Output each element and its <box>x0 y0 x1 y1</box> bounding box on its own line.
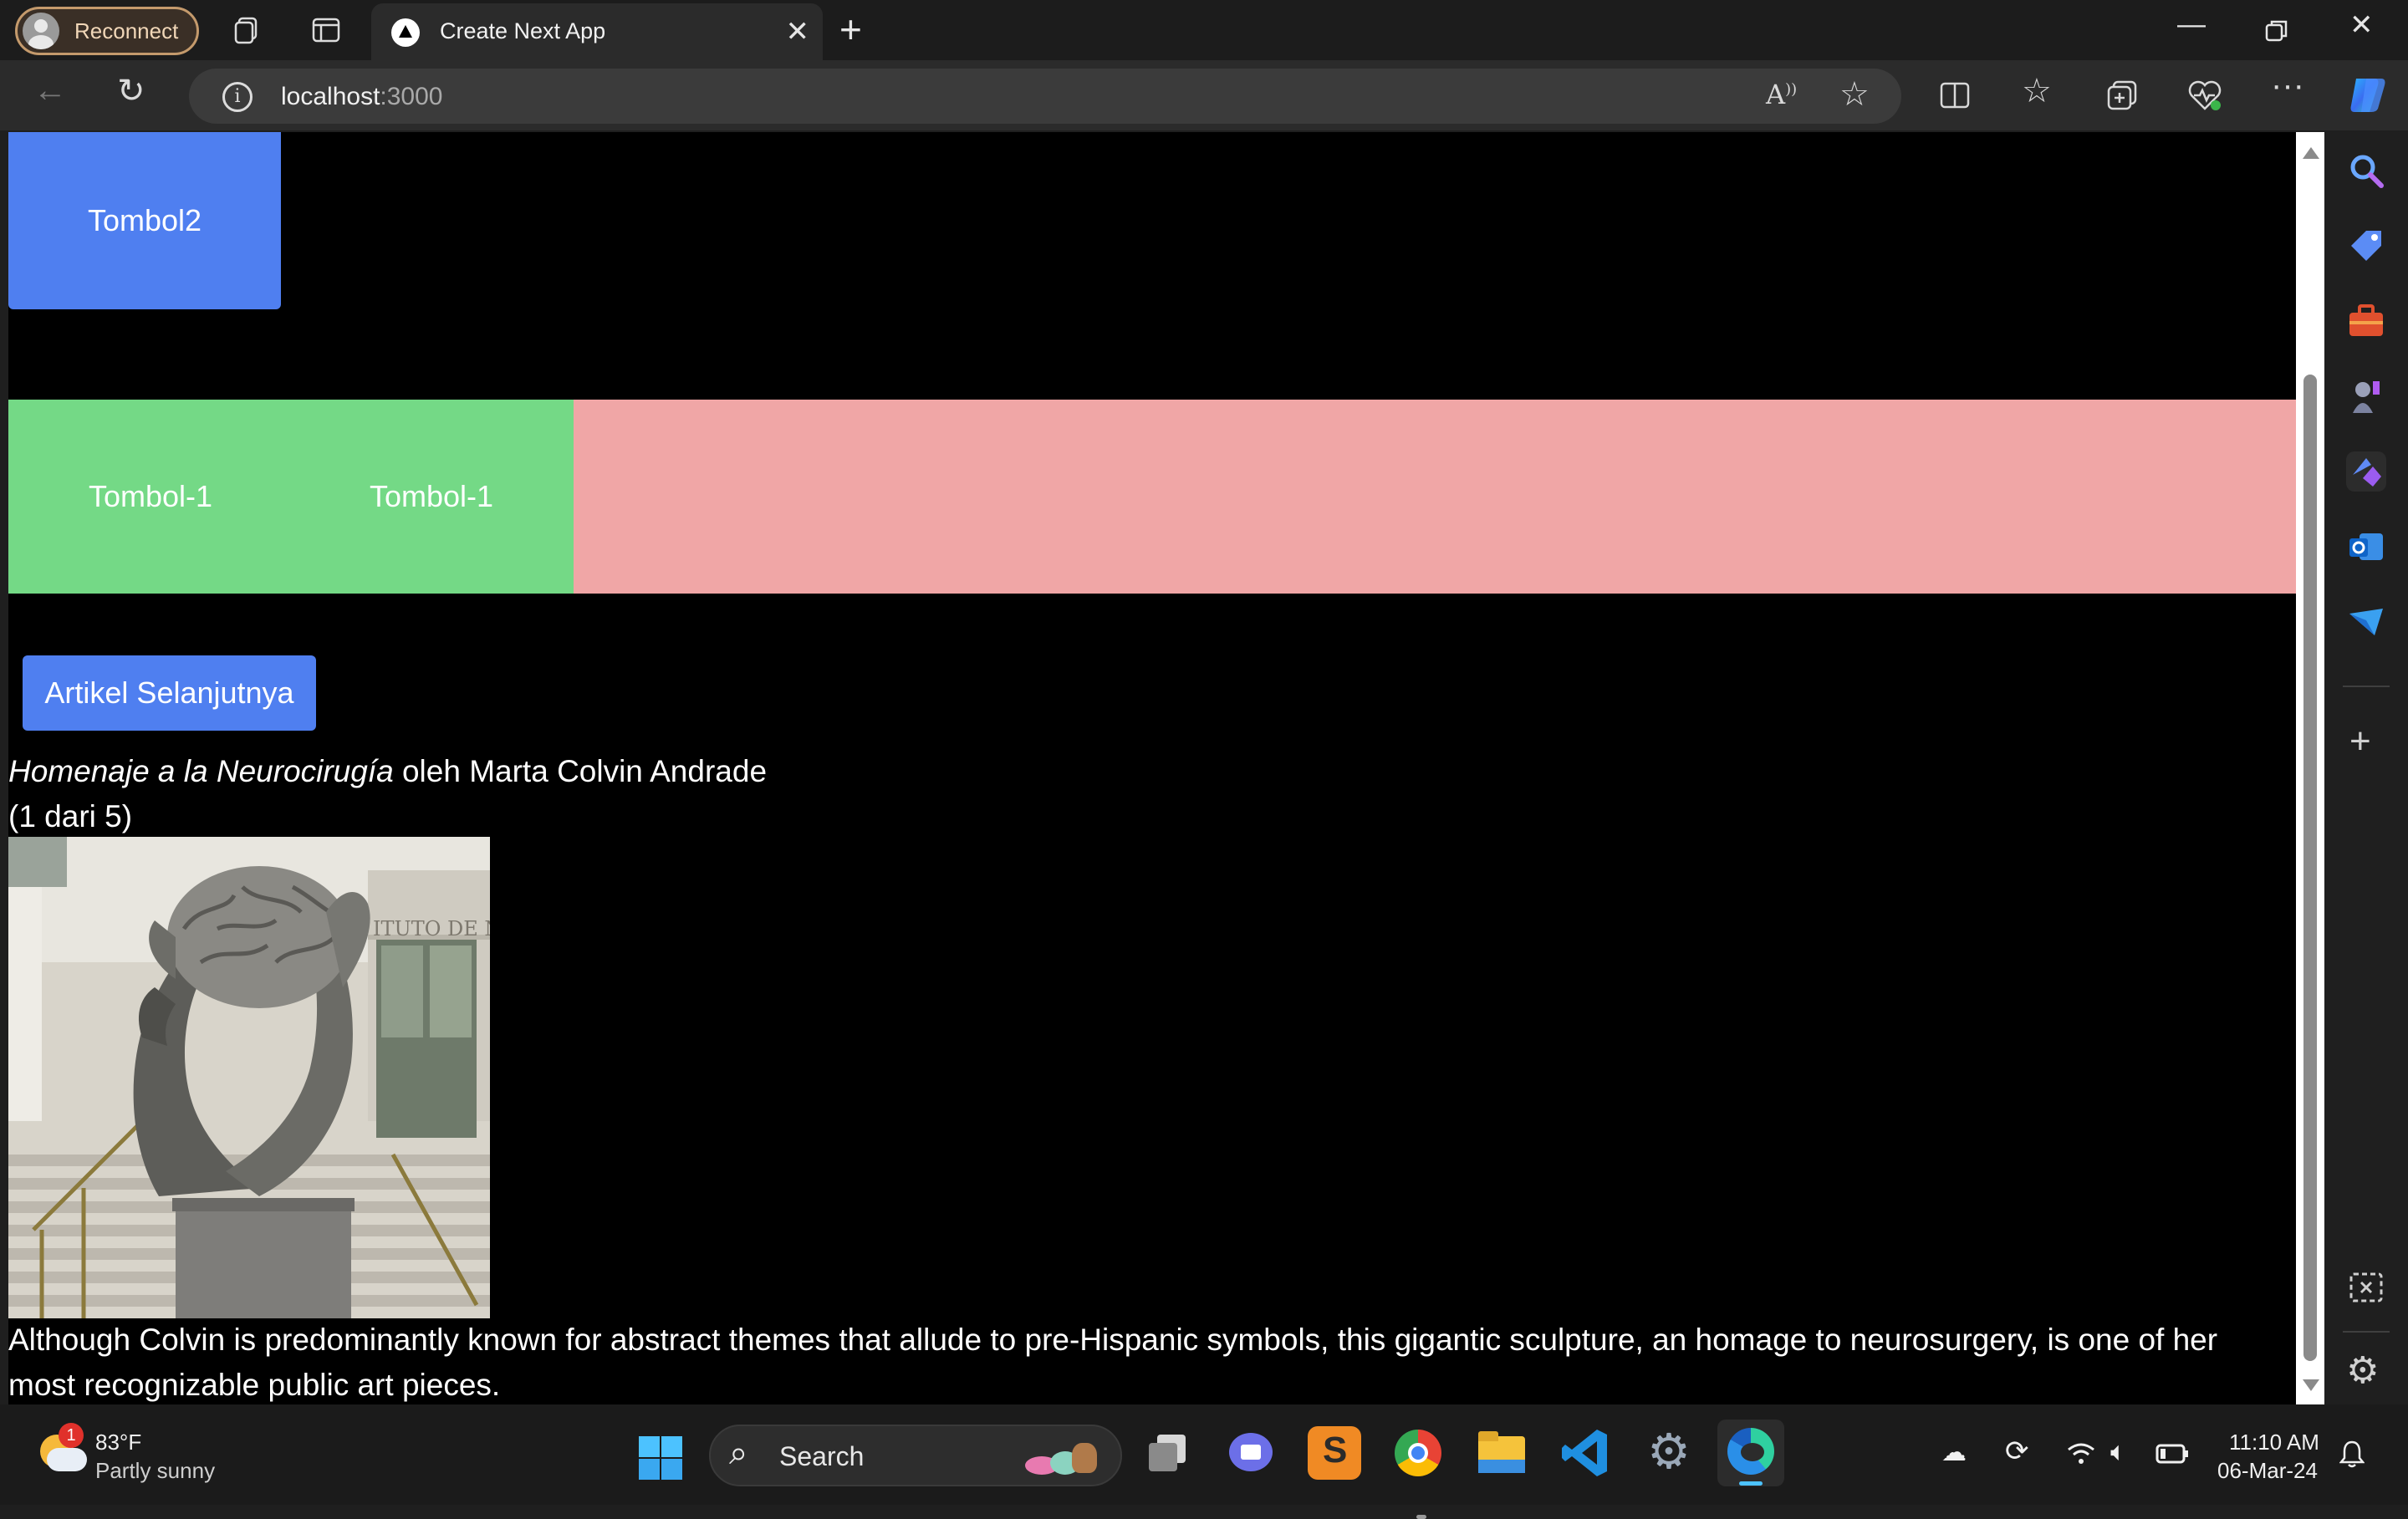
profile-label: Reconnect <box>74 18 179 43</box>
windows-taskbar: 1 83°F Partly sunny ⌕ Search S ⚙ ☁ ⟳ 🔈︎ … <box>0 1404 2408 1519</box>
games-icon[interactable] <box>2346 376 2386 416</box>
outlook-icon[interactable] <box>2346 527 2386 567</box>
address-bar[interactable]: i localhost:3000 A)) ☆ <box>189 69 1901 124</box>
weather-desc: Partly sunny <box>95 1458 216 1483</box>
sidebar-divider <box>2343 686 2390 687</box>
page-viewport: Tombol2 Tombol-1 Tombol-1 Artikel Selanj… <box>8 132 2296 1404</box>
favorites-icon[interactable]: ☆ <box>2022 72 2052 110</box>
sculpture-photo: ITUTO DE NE <box>8 837 490 1318</box>
new-tab-icon[interactable]: + <box>839 7 862 52</box>
collections-icon[interactable] <box>2105 79 2139 112</box>
clock-time[interactable]: 11:10 AM <box>2229 1430 2319 1455</box>
browser-title-bar: Reconnect Create Next App ✕ + — ✕ <box>0 0 2408 60</box>
gallery-counter: (1 dari 5) <box>8 799 133 833</box>
artwork-title: Homenaje a la Neurocirugía <box>8 754 394 788</box>
sculpture-image: ITUTO DE NE <box>8 837 490 1318</box>
tombol2-button[interactable]: Tombol2 <box>8 132 281 309</box>
sidebar-settings-icon[interactable]: ⚙ <box>2346 1349 2379 1392</box>
taskbar-search[interactable]: ⌕ Search <box>709 1425 1122 1486</box>
taskbar-search-label: Search <box>779 1441 865 1471</box>
tab-active[interactable]: Create Next App ✕ <box>371 3 823 60</box>
scrollbar-thumb[interactable] <box>2303 375 2317 1361</box>
power-automate-icon[interactable] <box>2346 451 2386 492</box>
copilot-icon[interactable] <box>2344 75 2390 115</box>
chrome-icon[interactable] <box>1391 1426 1445 1519</box>
next-article-button[interactable]: Artikel Selanjutnya <box>23 655 316 731</box>
tab-title: Create Next App <box>440 18 606 43</box>
avatar-icon <box>23 13 59 49</box>
search-icon[interactable] <box>2346 150 2386 191</box>
edge-taskbar-icon[interactable] <box>1717 1420 1784 1486</box>
scroll-up-icon[interactable] <box>2303 147 2319 159</box>
read-aloud-icon[interactable]: A)) <box>1766 79 1797 110</box>
close-window-icon[interactable]: ✕ <box>2349 8 2374 42</box>
weather-temp: 83°F <box>95 1430 142 1455</box>
back-icon[interactable]: ← <box>33 72 67 110</box>
more-options-icon[interactable]: ··· <box>2271 67 2304 104</box>
tombol1-button[interactable]: Tombol-1 <box>8 400 293 594</box>
profile-button[interactable]: Reconnect <box>15 7 199 55</box>
minimize-icon[interactable]: — <box>2177 8 2206 41</box>
notification-bell-icon[interactable] <box>2339 1440 2365 1468</box>
settings-icon[interactable]: ⚙ <box>1642 1425 1696 1480</box>
sync-icon[interactable]: ⟳ <box>2005 1435 2029 1468</box>
send-icon[interactable] <box>2346 602 2386 642</box>
task-view-icon[interactable] <box>1140 1426 1194 1480</box>
wifi-icon[interactable] <box>2067 1441 2095 1466</box>
tab-close-icon[interactable]: ✕ <box>786 15 810 48</box>
refresh-icon[interactable]: ↻ <box>117 72 145 110</box>
weather-badge: 1 <box>59 1423 84 1448</box>
split-screen-icon[interactable] <box>1938 79 1972 112</box>
url-text[interactable]: localhost:3000 <box>281 83 442 111</box>
svg-text:ITUTO DE NE: ITUTO DE NE <box>373 917 490 940</box>
sublime-text-icon[interactable]: S <box>1308 1426 1361 1480</box>
clock-date[interactable]: 06-Mar-24 <box>2217 1458 2318 1484</box>
artwork-description: Although Colvin is predominantly known f… <box>8 1323 2218 1402</box>
tombol1-button[interactable]: Tombol-1 <box>289 400 574 594</box>
browser-essentials-icon[interactable] <box>2187 79 2222 112</box>
onedrive-icon[interactable]: ☁ <box>1941 1438 1967 1467</box>
screenshot-icon[interactable] <box>2346 1267 2386 1307</box>
favorite-star-icon[interactable]: ☆ <box>1839 75 1870 114</box>
tab-actions-icon[interactable] <box>311 15 341 45</box>
search-highlight-icon <box>1025 1443 1109 1476</box>
teams-chat-icon[interactable] <box>1224 1426 1278 1480</box>
file-explorer-icon[interactable] <box>1475 1426 1528 1480</box>
page-scrollbar[interactable] <box>2296 132 2324 1404</box>
weather-widget-icon[interactable]: 1 <box>33 1423 89 1478</box>
edge-sidebar: + ⚙ <box>2324 130 2408 1404</box>
add-sidebar-app-icon[interactable]: + <box>2349 721 2371 762</box>
artwork-author: oleh Marta Colvin Andrade <box>393 754 768 788</box>
workspaces-icon[interactable] <box>232 15 263 45</box>
windows-start-icon[interactable] <box>637 1435 684 1481</box>
volume-icon[interactable]: 🔈︎ <box>2110 1436 2126 1468</box>
browser-toolbar: ← ↻ i localhost:3000 A)) ☆ ☆ ··· <box>0 60 2408 130</box>
shopping-tag-icon[interactable] <box>2346 226 2386 266</box>
battery-icon[interactable] <box>2155 1443 2189 1465</box>
search-glyph-icon: ⌕ <box>729 1435 748 1471</box>
site-info-icon[interactable]: i <box>222 82 253 112</box>
nextjs-favicon-icon <box>391 18 420 47</box>
restore-icon[interactable] <box>2264 18 2289 43</box>
vscode-icon[interactable] <box>1559 1426 1612 1480</box>
scroll-down-icon[interactable] <box>2303 1379 2319 1391</box>
artwork-caption: Homenaje a la Neurocirugía oleh Marta Co… <box>8 749 767 839</box>
tools-icon[interactable] <box>2346 301 2386 341</box>
flex-row-container: Tombol-1 Tombol-1 <box>8 400 2296 594</box>
sidebar-divider <box>2343 1331 2390 1333</box>
